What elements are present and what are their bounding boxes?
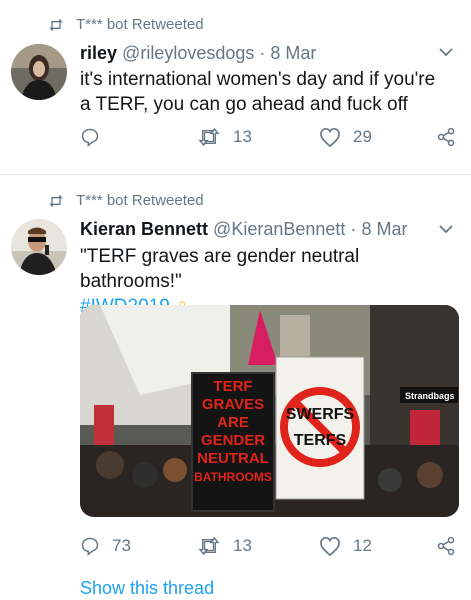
store-sign: Strandbags bbox=[405, 391, 455, 401]
separator-dot: · bbox=[350, 219, 357, 239]
sign-right-line-1: SWERFS bbox=[286, 406, 355, 423]
tweet-quote: "TERF graves are gender neutral bathroom… bbox=[80, 246, 360, 292]
retweet-indicator: T*** bot Retweeted bbox=[48, 192, 204, 209]
sign-left-line-1: TERF bbox=[213, 378, 252, 395]
share-button[interactable] bbox=[436, 127, 468, 147]
like-button[interactable]: 29 bbox=[319, 127, 372, 147]
retweet-icon bbox=[198, 128, 220, 146]
retweet-button[interactable]: 13 bbox=[197, 127, 252, 147]
heart-icon bbox=[320, 536, 340, 556]
reply-count: 73 bbox=[112, 536, 131, 555]
retweet-count: 13 bbox=[233, 536, 252, 555]
display-name[interactable]: Kieran Bennett bbox=[80, 219, 208, 239]
tweet-1[interactable]: T*** bot Retweeted riley @rileylovesdogs… bbox=[0, 0, 471, 175]
tweet-header: Kieran Bennett @KieranBennett · 8 Mar bbox=[80, 219, 407, 240]
tweet-text: it's international women's day and if yo… bbox=[80, 69, 436, 115]
like-button[interactable]: 12 bbox=[319, 536, 372, 556]
retweeted-by-label: T*** bot Retweeted bbox=[76, 16, 204, 33]
retweet-indicator: T*** bot Retweeted bbox=[48, 16, 204, 33]
separator-dot: · bbox=[259, 43, 266, 63]
retweet-icon bbox=[198, 537, 220, 555]
user-handle[interactable]: @KieranBennett bbox=[213, 219, 345, 239]
user-handle[interactable]: @rileylovesdogs bbox=[122, 43, 254, 63]
show-thread-link[interactable]: Show this thread bbox=[80, 578, 214, 599]
chevron-down-icon[interactable] bbox=[439, 225, 453, 234]
reply-button[interactable] bbox=[80, 127, 112, 147]
avatar[interactable] bbox=[11, 44, 67, 100]
avatar[interactable] bbox=[11, 219, 67, 275]
sign-left-line-5: NEUTRAL bbox=[197, 450, 269, 467]
share-icon bbox=[437, 127, 455, 147]
sign-left-line-6: BATHROOMS bbox=[194, 470, 272, 484]
chevron-down-icon[interactable] bbox=[439, 48, 453, 57]
heart-icon bbox=[320, 127, 340, 147]
retweet-icon bbox=[49, 194, 63, 207]
tweet-header: riley @rileylovesdogs · 8 Mar bbox=[80, 43, 316, 64]
sign-left-line-3: ARE bbox=[217, 414, 249, 431]
retweeted-by-label: T*** bot Retweeted bbox=[76, 192, 204, 209]
share-icon bbox=[437, 536, 455, 556]
sign-right-line-2: TERFS bbox=[294, 432, 347, 449]
tweet-date[interactable]: 8 Mar bbox=[270, 43, 316, 63]
like-count: 12 bbox=[353, 536, 372, 555]
tweet-date[interactable]: 8 Mar bbox=[361, 219, 407, 239]
reply-icon bbox=[81, 537, 99, 556]
reply-icon bbox=[81, 128, 99, 147]
tweet-photo[interactable]: Strandbags TERF GRAVES ARE GENDER NEUTRA… bbox=[80, 305, 459, 517]
display-name[interactable]: riley bbox=[80, 43, 117, 63]
sign-left-line-2: GRAVES bbox=[202, 396, 264, 413]
retweet-button[interactable]: 13 bbox=[197, 536, 252, 556]
retweet-icon bbox=[49, 18, 63, 31]
retweet-count: 13 bbox=[233, 127, 252, 146]
share-button[interactable] bbox=[436, 536, 468, 556]
tweet-actions: 13 29 bbox=[80, 127, 460, 155]
tweet-2[interactable]: T*** bot Retweeted Kieran Bennett @Kiera… bbox=[0, 175, 471, 600]
tweet-actions: 73 13 12 bbox=[80, 536, 460, 564]
like-count: 29 bbox=[353, 127, 372, 146]
reply-button[interactable]: 73 bbox=[80, 536, 131, 556]
sign-left-line-4: GENDER bbox=[201, 432, 265, 449]
